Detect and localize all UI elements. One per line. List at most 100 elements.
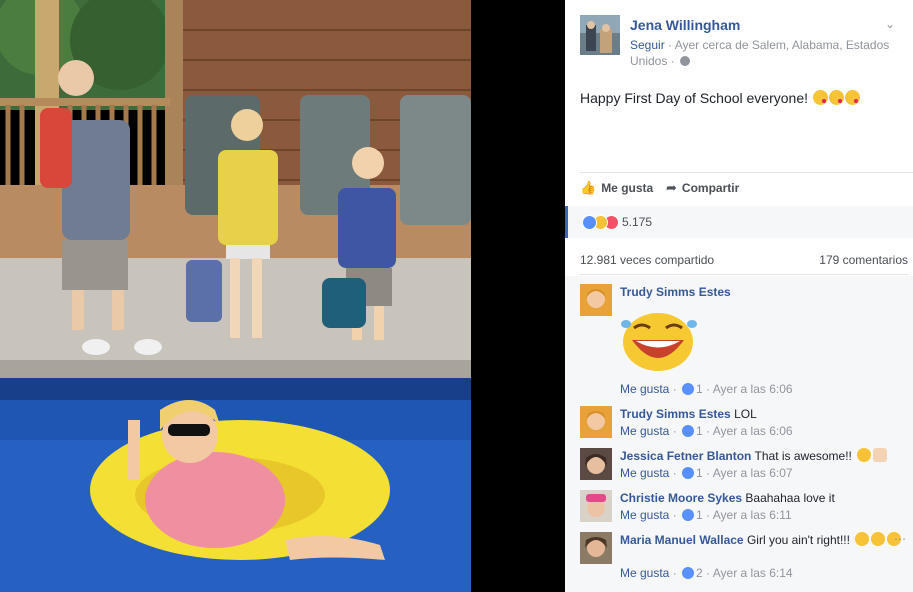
commenter-avatar-image <box>580 490 612 522</box>
divider <box>580 274 908 275</box>
separator: · <box>669 466 681 480</box>
share-count-link[interactable]: 12.981 veces compartido <box>580 253 714 267</box>
more-options-icon[interactable]: ⋯ <box>894 532 906 546</box>
grinning-sweat-emoji <box>871 532 886 546</box>
comment-like-link[interactable]: Me gusta <box>620 382 669 396</box>
like-reaction-icon <box>682 383 695 395</box>
separator: · <box>669 508 681 522</box>
post-message: Happy First Day of School everyone! <box>580 90 812 106</box>
comment-timestamp[interactable]: Ayer a las 6:06 <box>713 424 793 438</box>
comment-body: Jessica Fetner Blanton That is awesome!! <box>620 448 905 464</box>
kissing-heart-emoji <box>844 90 860 105</box>
comment-like-link[interactable]: Me gusta <box>620 466 669 480</box>
post-author-name[interactable]: Jena Willingham <box>630 17 740 33</box>
kissing-heart-emoji <box>812 90 828 105</box>
separator: · <box>669 382 681 396</box>
share-button[interactable]: ➦ Compartir <box>666 180 739 196</box>
author-avatar[interactable] <box>580 15 620 55</box>
commenter-avatar-image <box>580 448 612 480</box>
commenter-name[interactable]: Jessica Fetner Blanton <box>620 449 751 463</box>
like-reaction-icon <box>582 215 597 230</box>
comment-body: Trudy Simms Estes LOL <box>620 406 905 422</box>
comment-reaction-count[interactable]: 1 <box>696 424 703 438</box>
follow-link[interactable]: Seguir <box>630 38 665 52</box>
kissing-heart-emoji <box>828 90 844 105</box>
like-button[interactable]: 👍 Me gusta <box>580 180 653 196</box>
comment-item: Trudy Simms Estes Me gusta · 1 · Ayer a … <box>580 284 910 396</box>
comment-text: Girl you ain't right!!! <box>746 533 854 547</box>
comment-count-link[interactable]: 179 comentarios <box>819 253 908 267</box>
comment-item: Maria Manuel Wallace Girl you ain't righ… <box>580 532 910 582</box>
commenter-name[interactable]: Christie Moore Sykes <box>620 491 742 505</box>
post-sidebar: Jena Willingham ⌄ Seguir · Ayer cerca de… <box>565 0 913 592</box>
commenter-name[interactable]: Trudy Simms Estes <box>620 285 731 299</box>
separator: · <box>702 566 713 580</box>
author-avatar-image <box>580 15 620 55</box>
grinning-sweat-emoji <box>855 532 870 546</box>
like-reaction-icon <box>682 567 695 579</box>
commenter-name[interactable]: Trudy Simms Estes <box>620 407 731 421</box>
comment-body: Maria Manuel Wallace Girl you ain't righ… <box>620 532 905 548</box>
photo-viewer <box>0 0 565 592</box>
thumbs-up-icon: 👍 <box>580 180 597 195</box>
post-photo[interactable] <box>0 0 471 592</box>
clapping-hands-emoji <box>873 448 888 462</box>
comment-reaction-count[interactable]: 2 <box>696 566 703 580</box>
comment-reaction-count[interactable]: 1 <box>696 508 703 522</box>
comments-list: Trudy Simms Estes Me gusta · 1 · Ayer a … <box>565 276 913 592</box>
laughing-face-sticker[interactable] <box>620 306 698 372</box>
separator: · <box>702 424 713 438</box>
comment-item: Jessica Fetner Blanton That is awesome!!… <box>580 448 910 484</box>
comment-text: That is awesome!! <box>754 449 856 463</box>
commenter-avatar[interactable] <box>580 406 612 438</box>
post-text: Happy First Day of School everyone! <box>580 90 860 106</box>
comment-timestamp[interactable]: Ayer a las 6:07 <box>713 466 793 480</box>
rolling-laughing-emoji <box>857 448 872 462</box>
meta-separator: · <box>667 54 679 68</box>
comment-meta: Me gusta · 2 · Ayer a las 6:14 <box>620 566 793 580</box>
like-reaction-icon <box>682 509 695 521</box>
commenter-avatar-image <box>580 284 612 316</box>
comment-meta: Me gusta · 1 · Ayer a las 6:06 <box>620 382 793 396</box>
share-arrow-icon: ➦ <box>666 180 677 195</box>
divider <box>580 172 913 173</box>
separator: · <box>669 424 681 438</box>
commenter-avatar[interactable] <box>580 532 612 564</box>
meta-separator: · <box>664 38 675 52</box>
globe-icon <box>680 56 691 66</box>
comment-meta: Me gusta · 1 · Ayer a las 6:07 <box>620 466 793 480</box>
separator: · <box>702 466 713 480</box>
separator: · <box>702 508 713 522</box>
post-photo-image <box>0 0 471 592</box>
comment-text: LOL <box>734 407 757 421</box>
chevron-down-icon[interactable]: ⌄ <box>885 17 895 31</box>
commenter-avatar[interactable] <box>580 490 612 522</box>
laughing-face-sticker-image <box>621 313 697 371</box>
comment-body: Christie Moore Sykes Baahahaa love it <box>620 490 905 506</box>
commenter-avatar[interactable] <box>580 448 612 480</box>
comment-timestamp[interactable]: Ayer a las 6:14 <box>713 566 793 580</box>
comment-like-link[interactable]: Me gusta <box>620 424 669 438</box>
like-reaction-icon <box>682 467 695 479</box>
commenter-avatar[interactable] <box>580 284 612 316</box>
comment-timestamp[interactable]: Ayer a las 6:06 <box>713 382 793 396</box>
comment-like-link[interactable]: Me gusta <box>620 566 669 580</box>
comment-timestamp[interactable]: Ayer a las 6:11 <box>713 508 792 522</box>
comment-reaction-count[interactable]: 1 <box>696 382 703 396</box>
share-button-label: Compartir <box>681 181 740 195</box>
comment-body: Trudy Simms Estes <box>620 284 905 300</box>
comment-item: Trudy Simms Estes LOL Me gusta · 1 · Aye… <box>580 406 910 442</box>
separator: · <box>669 566 681 580</box>
comment-meta: Me gusta · 1 · Ayer a las 6:06 <box>620 424 793 438</box>
comment-like-link[interactable]: Me gusta <box>620 508 669 522</box>
like-button-label: Me gusta <box>601 181 654 195</box>
like-reaction-icon <box>682 425 695 437</box>
comment-reaction-count[interactable]: 1 <box>696 466 703 480</box>
separator: · <box>702 382 713 396</box>
post-meta: Seguir · Ayer cerca de Salem, Alabama, E… <box>630 37 900 69</box>
commenter-avatar-image <box>580 532 612 564</box>
reactions-bar: 5.175 <box>565 206 913 238</box>
comment-item: Christie Moore Sykes Baahahaa love it Me… <box>580 490 910 526</box>
reaction-count[interactable]: 5.175 <box>622 215 652 229</box>
commenter-name[interactable]: Maria Manuel Wallace <box>620 533 744 547</box>
